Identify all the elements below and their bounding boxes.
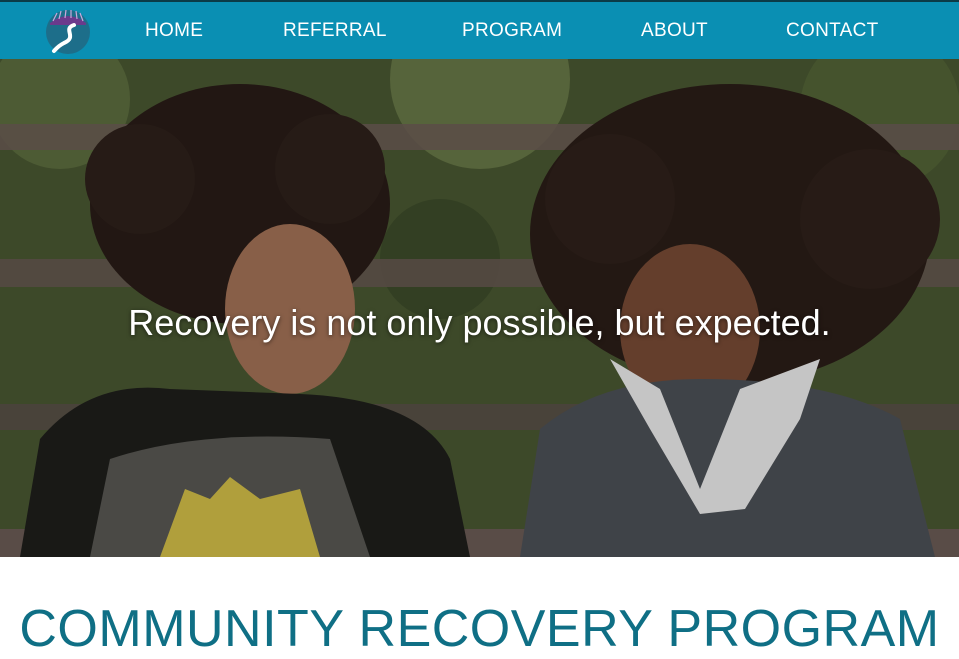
main-navbar: HOME REFERRAL PROGRAM ABOUT CONTACT (0, 2, 959, 59)
winding-road-logo-icon (46, 9, 90, 54)
hero-banner: Recovery is not only possible, but expec… (0, 59, 959, 557)
nav-program-link[interactable]: PROGRAM (462, 2, 562, 59)
nav-home-link[interactable]: HOME (145, 2, 203, 59)
hero-heading: Recovery is not only possible, but expec… (128, 302, 831, 343)
site-logo-icon[interactable] (44, 7, 92, 55)
section-title: COMMUNITY RECOVERY PROGRAM (19, 600, 940, 658)
nav-about-link[interactable]: ABOUT (641, 2, 708, 59)
nav-contact-link[interactable]: CONTACT (786, 2, 879, 59)
nav-referral-link[interactable]: REFERRAL (283, 2, 387, 59)
